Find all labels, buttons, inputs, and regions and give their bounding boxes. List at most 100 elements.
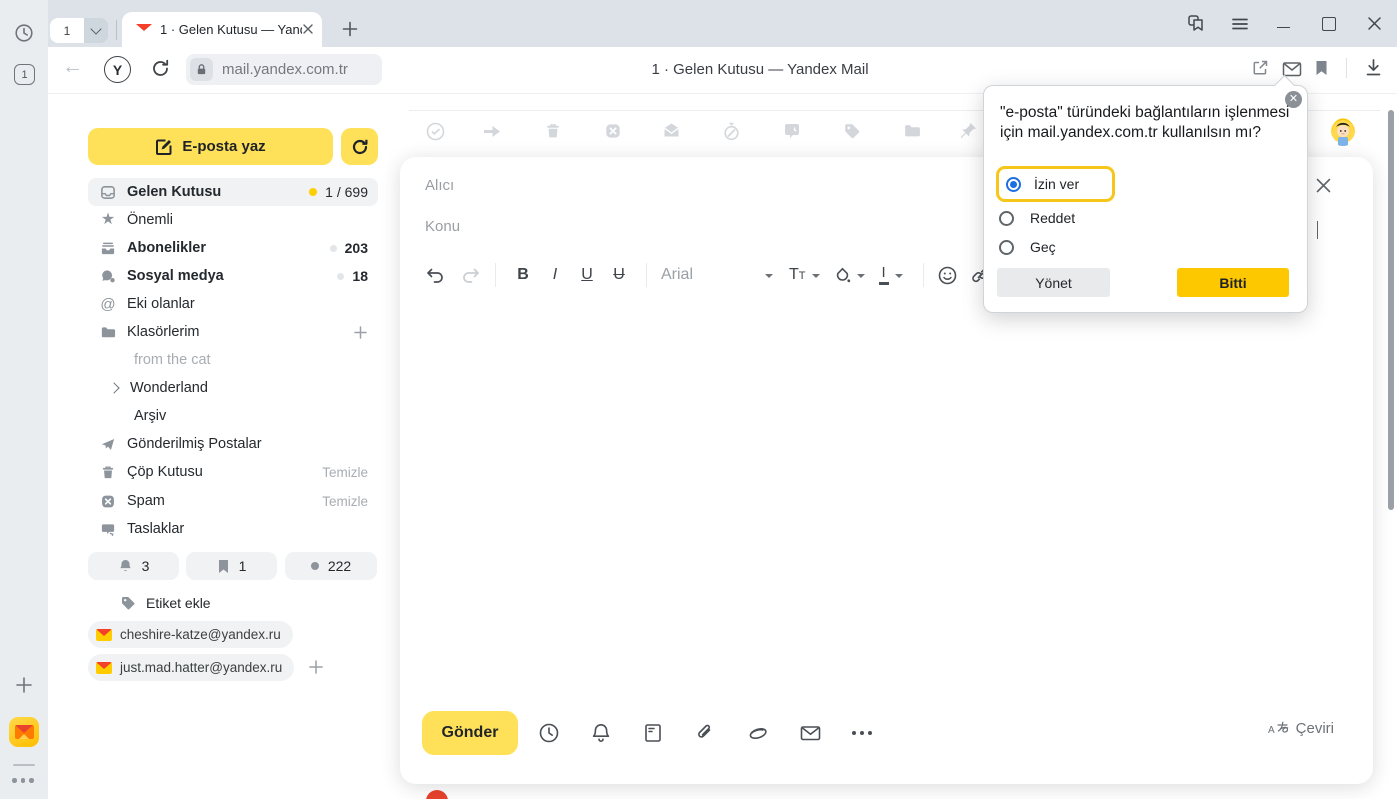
undo-icon[interactable]: [425, 266, 446, 285]
mark-read-icon[interactable]: [662, 121, 681, 140]
strikethrough-button[interactable]: U: [606, 266, 632, 284]
share-icon[interactable]: [1250, 58, 1270, 78]
translate-button[interactable]: A Çeviri: [1268, 720, 1334, 737]
reminders-pill[interactable]: 3: [88, 552, 179, 580]
bold-button[interactable]: B: [510, 266, 536, 284]
minimize-icon[interactable]: [1277, 27, 1290, 28]
account-chip[interactable]: cheshire-katze@yandex.ru: [88, 621, 293, 648]
bookmark-icon[interactable]: [1313, 59, 1330, 77]
yandex-mail-app-icon[interactable]: [9, 717, 39, 747]
compose-button[interactable]: E-posta yaz: [88, 128, 333, 165]
emoji-icon[interactable]: [938, 266, 957, 285]
rail-add-icon[interactable]: [15, 676, 33, 694]
sidebar-item-inbox[interactable]: Gelen Kutusu 1 / 699: [88, 178, 378, 206]
add-account-icon[interactable]: [308, 659, 324, 675]
sidebar-item-wonderland[interactable]: Wonderland: [88, 374, 378, 402]
maximize-icon[interactable]: [1322, 17, 1336, 31]
radio-icon[interactable]: [999, 240, 1014, 255]
delete-icon[interactable]: [544, 122, 562, 140]
lock-icon[interactable]: [190, 58, 213, 81]
mark-spam-icon[interactable]: [604, 122, 622, 140]
sidebar-item-sent[interactable]: Gönderilmiş Postalar: [88, 430, 378, 458]
tab-group-chevron[interactable]: [84, 18, 108, 43]
back-icon[interactable]: ←: [62, 55, 83, 79]
sidebar-item-from-the-cat[interactable]: from the cat: [88, 346, 378, 374]
user-avatar[interactable]: [1328, 116, 1358, 146]
option-deny[interactable]: Reddet: [999, 207, 1075, 229]
menu-icon[interactable]: [1231, 15, 1249, 33]
text-color-button[interactable]: I: [879, 265, 889, 285]
page-scrollbar[interactable]: [1388, 110, 1394, 510]
mail-refresh-button[interactable]: [341, 128, 378, 165]
tab-counter[interactable]: 1: [14, 64, 35, 85]
attach-file-icon[interactable]: [694, 722, 716, 744]
dialog-message: "e-posta" türündeki bağlantıların işlenm…: [1000, 103, 1294, 142]
sidebar-item-my-folders[interactable]: Klasörlerim: [88, 318, 378, 346]
label-icon[interactable]: [843, 122, 861, 140]
close-window-icon[interactable]: [1367, 16, 1382, 31]
message-body-field[interactable]: [425, 307, 1345, 697]
option-skip[interactable]: Geç: [999, 236, 1056, 258]
snooze-icon[interactable]: [722, 122, 741, 141]
highlight-color-icon[interactable]: [834, 267, 851, 284]
template-icon[interactable]: [642, 722, 664, 744]
history-icon[interactable]: [14, 23, 34, 43]
font-family-select[interactable]: Arial: [661, 266, 693, 284]
address-bar[interactable]: mail.yandex.com.tr: [186, 54, 382, 85]
sidebar-item-important[interactable]: ★ Önemli: [88, 206, 378, 234]
bookmarks-pill[interactable]: 1: [186, 552, 277, 580]
new-tab-icon[interactable]: [342, 21, 358, 37]
font-size-dropdown-icon[interactable]: [812, 274, 820, 278]
to-field[interactable]: Alıcı: [425, 177, 454, 194]
subject-field[interactable]: Konu: [425, 218, 460, 235]
collections-icon[interactable]: [1185, 12, 1207, 34]
notify-icon[interactable]: [590, 722, 612, 744]
tab-group-chip[interactable]: 1: [50, 18, 108, 43]
option-allow[interactable]: İzin ver: [996, 166, 1115, 202]
italic-button[interactable]: I: [542, 266, 568, 284]
sidebar-item-archive[interactable]: Arşiv: [88, 402, 378, 430]
schedule-send-icon[interactable]: [538, 722, 560, 744]
select-all-icon[interactable]: [426, 122, 445, 141]
collapse-compose-chevron-icon[interactable]: [1317, 221, 1318, 239]
manage-button[interactable]: Yönet: [997, 268, 1110, 297]
radio-icon[interactable]: [999, 211, 1014, 226]
unread-pill[interactable]: 222: [285, 552, 377, 580]
add-label-button[interactable]: Etiket ekle: [120, 594, 211, 612]
redo-icon[interactable]: [460, 266, 481, 285]
reload-icon[interactable]: [150, 58, 171, 79]
attach-from-disk-icon[interactable]: [747, 722, 769, 744]
add-folder-icon[interactable]: [353, 325, 368, 340]
move-folder-icon[interactable]: [903, 122, 921, 140]
unread-dot: [330, 245, 337, 252]
active-tab[interactable]: 1 · Gelen Kutusu — Yand: [122, 12, 322, 47]
sidebar-item-drafts[interactable]: Taslaklar: [88, 515, 378, 543]
expand-chevron-icon[interactable]: [108, 382, 119, 393]
font-size-select[interactable]: TT: [789, 266, 806, 284]
clear-spam-button[interactable]: Temizle: [322, 494, 368, 509]
done-button[interactable]: Bitti: [1177, 268, 1289, 297]
sidebar-item-attachments[interactable]: @ Eki olanlar: [88, 290, 378, 318]
yandex-services-icon[interactable]: Y: [104, 56, 131, 83]
account-chip[interactable]: just.mad.hatter@yandex.ru: [88, 654, 294, 681]
send-button[interactable]: Gönder: [422, 711, 518, 755]
sidebar-item-subscriptions[interactable]: Abonelikler 203: [88, 234, 378, 262]
tab-close-icon[interactable]: [302, 23, 314, 35]
message-options-icon[interactable]: [799, 722, 822, 744]
rail-more-icon[interactable]: [12, 778, 34, 783]
more-actions-icon[interactable]: [852, 731, 872, 735]
close-compose-icon[interactable]: [1315, 177, 1332, 194]
forward-icon[interactable]: [483, 124, 501, 139]
pin-icon[interactable]: [959, 121, 978, 140]
clear-trash-button[interactable]: Temizle: [322, 465, 368, 480]
sidebar-item-trash[interactable]: Çöp Kutusu Temizle: [88, 458, 378, 486]
radio-selected-icon[interactable]: [1006, 177, 1021, 192]
sidebar-item-spam[interactable]: Spam Temizle: [88, 487, 378, 515]
reminder-icon[interactable]: [783, 122, 801, 140]
font-family-dropdown-icon[interactable]: [765, 274, 773, 278]
underline-button[interactable]: U: [574, 266, 600, 284]
download-icon[interactable]: [1363, 57, 1384, 78]
highlight-color-dropdown-icon[interactable]: [857, 274, 865, 278]
text-color-dropdown-icon[interactable]: [895, 274, 903, 278]
sidebar-item-social[interactable]: Sosyal medya 18: [88, 262, 378, 290]
